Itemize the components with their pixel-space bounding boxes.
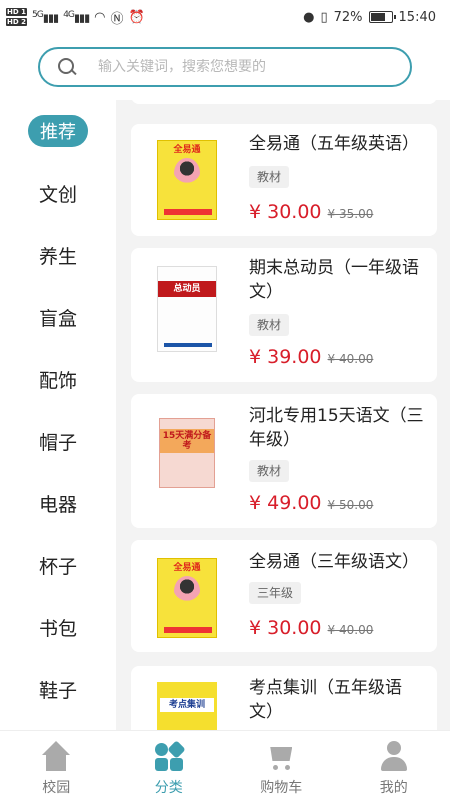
sidebar-item-label: 养生 [38, 245, 77, 268]
bottom-tab-bar: 校园 分类 购物车 我的 [0, 730, 450, 800]
tab-mine[interactable]: 我的 [338, 731, 450, 800]
tab-category[interactable]: 分类 [113, 731, 226, 800]
location-icon: ● [303, 9, 315, 25]
cover-title: 考点集训 [160, 698, 214, 712]
category-sidebar: 推荐 文创 养生 盲盒 配饰 帽子 电器 杯子 书包 鞋子 [0, 100, 116, 730]
product-price-row: ¥ 39.00 ¥ 40.00 [249, 346, 373, 368]
tab-label: 校园 [42, 780, 71, 796]
battery-percent: 72% [333, 9, 363, 25]
cover-title: 全易通 [173, 145, 201, 155]
hd1-label: HD 1 [6, 8, 27, 16]
product-card[interactable]: 考点集训 考点集训（五年级语文） [131, 666, 437, 730]
cover-band [164, 343, 212, 347]
product-original-price: ¥ 40.00 [327, 623, 374, 637]
product-price: ¥ 30.00 [249, 201, 322, 223]
search-bar [0, 34, 450, 100]
sidebar-item-wenchuang[interactable]: 文创 [0, 162, 116, 224]
tab-cart[interactable]: 购物车 [225, 731, 338, 800]
sidebar-item-cups[interactable]: 杯子 [0, 534, 116, 596]
sidebar-item-label: 帽子 [38, 431, 77, 454]
product-price-row: ¥ 49.00 ¥ 50.00 [249, 492, 373, 514]
product-title: 期末总动员（一年级语文） [249, 258, 419, 302]
alarm-icon: ⏰ [128, 9, 145, 25]
sidebar-item-bags[interactable]: 书包 [0, 596, 116, 658]
battery-icon [368, 11, 396, 23]
status-left: HD 1 HD 2 5G▮▮▮ 4G▮▮▮ ◠ Ⓝ ⏰ [6, 7, 145, 27]
user-icon [378, 741, 410, 773]
search-box[interactable] [38, 47, 412, 87]
product-card[interactable]: 全易通 全易通（三年级语文） 三年级 ¥ 30.00 ¥ 40.00 [131, 540, 437, 652]
sidebar-item-label: 配饰 [38, 369, 77, 392]
product-original-price: ¥ 35.00 [327, 207, 374, 221]
product-cover-image: 总动员 [157, 266, 217, 352]
product-tag: 三年级 [249, 582, 302, 604]
sidebar-item-health[interactable]: 养生 [0, 224, 116, 286]
search-icon [58, 58, 76, 76]
cover-title: 全易通 [173, 563, 201, 573]
sidebar-item-shoes[interactable]: 鞋子 [0, 658, 116, 720]
vibrate-icon: ▯ [320, 9, 328, 25]
product-title: 河北专用15天语文（三年级） [249, 406, 424, 450]
search-input[interactable] [98, 59, 378, 75]
wifi-icon: ◠ [94, 9, 106, 25]
product-card[interactable]: 全易通 全易通（五年级英语） 教材 ¥ 30.00 ¥ 35.00 [131, 124, 437, 236]
product-tag: 教材 [249, 314, 290, 336]
sidebar-item-label: 杯子 [38, 555, 77, 578]
status-bar: HD 1 HD 2 5G▮▮▮ 4G▮▮▮ ◠ Ⓝ ⏰ ● ▯ 72% 15:4… [0, 0, 450, 34]
sidebar-item-hats[interactable]: 帽子 [0, 410, 116, 472]
product-cover-image: 全易通 [157, 558, 217, 638]
sidebar-item-label: 鞋子 [38, 679, 77, 702]
nfc-icon: Ⓝ [110, 11, 124, 27]
sidebar-item-label: 推荐 [28, 115, 88, 147]
product-tag: 教材 [249, 460, 290, 482]
signal-5g-icon: 5G▮▮▮ [31, 9, 59, 25]
sidebar-item-label: 文创 [38, 183, 77, 206]
signal-4g-icon: 4G▮▮▮ [63, 9, 90, 25]
cover-band [164, 627, 212, 633]
product-cover-image: 全易通 [157, 140, 217, 220]
status-right: ● ▯ 72% 15:40 [303, 10, 436, 25]
sidebar-item-label: 书包 [38, 617, 77, 640]
sidebar-item-accessories[interactable]: 配饰 [0, 348, 116, 410]
product-cover-image: 15天满分备考 [159, 418, 215, 488]
product-list: 全易通 全易通（五年级英语） 教材 ¥ 30.00 ¥ 35.00 总动员 期末… [116, 100, 450, 730]
product-card[interactable]: 15天满分备考 河北专用15天语文（三年级） 教材 ¥ 49.00 ¥ 50.0… [131, 394, 437, 528]
category-icon [153, 740, 186, 773]
cover-title: 总动员 [158, 281, 216, 297]
tab-label: 购物车 [260, 780, 303, 796]
cover-illustration [174, 158, 200, 188]
product-title: 全易通（五年级英语） [249, 134, 419, 154]
cover-band [164, 209, 212, 215]
product-card-partial[interactable] [131, 100, 437, 104]
sidebar-item-recommend[interactable]: 推荐 [0, 100, 116, 162]
product-original-price: ¥ 50.00 [327, 498, 374, 512]
product-price-row: ¥ 30.00 ¥ 35.00 [249, 201, 373, 223]
tab-label: 我的 [379, 780, 408, 796]
tab-campus[interactable]: 校园 [0, 731, 113, 800]
product-cover-image: 考点集训 [157, 682, 217, 730]
hd-indicator: HD 1 HD 2 [6, 7, 27, 27]
hd2-label: HD 2 [6, 18, 27, 26]
home-icon [40, 741, 72, 773]
product-title: 考点集训（五年级语文） [249, 678, 402, 722]
sidebar-item-label: 电器 [38, 493, 77, 516]
product-price: ¥ 39.00 [249, 346, 322, 368]
tab-label: 分类 [154, 780, 183, 796]
sidebar-item-label: 盲盒 [38, 307, 77, 330]
cover-title: 15天满分备考 [160, 429, 214, 453]
product-title: 全易通（三年级语文） [249, 552, 419, 572]
product-price-row: ¥ 30.00 ¥ 40.00 [249, 617, 373, 639]
product-original-price: ¥ 40.00 [327, 352, 374, 366]
product-card[interactable]: 总动员 期末总动员（一年级语文） 教材 ¥ 39.00 ¥ 40.00 [131, 248, 437, 382]
sidebar-item-blindbox[interactable]: 盲盒 [0, 286, 116, 348]
clock: 15:40 [398, 9, 436, 25]
cart-icon [265, 741, 297, 773]
product-price: ¥ 30.00 [249, 617, 322, 639]
sidebar-item-appliances[interactable]: 电器 [0, 472, 116, 534]
product-tag: 教材 [249, 166, 290, 188]
product-price: ¥ 49.00 [249, 492, 322, 514]
cover-illustration [174, 576, 200, 606]
